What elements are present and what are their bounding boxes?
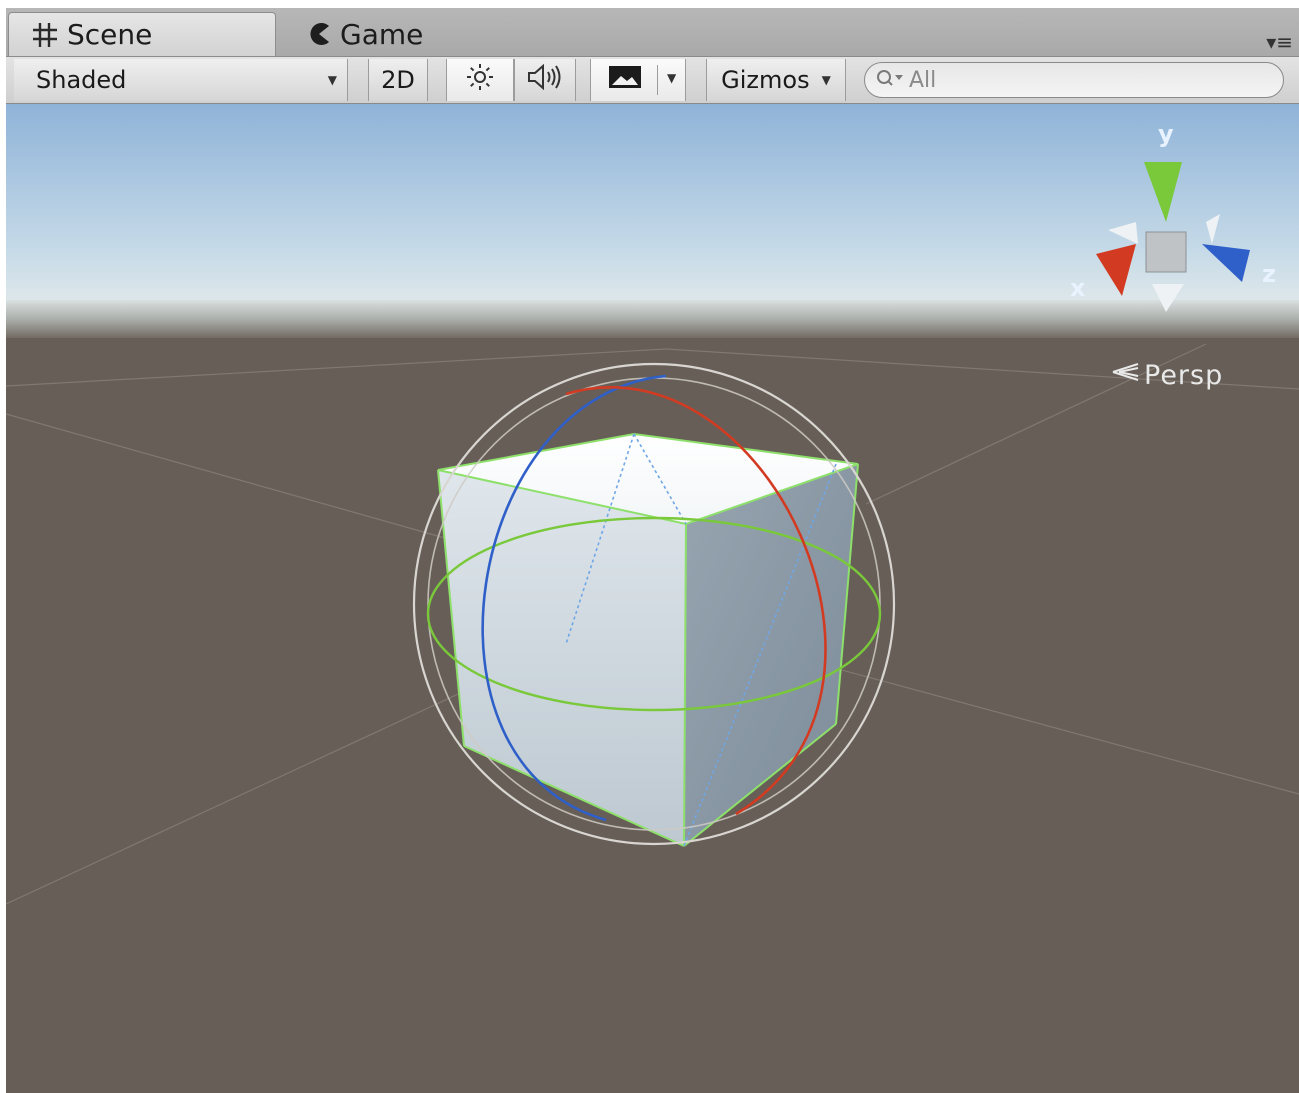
lighting-toggle-button[interactable]	[446, 59, 514, 101]
panel-menu-icon[interactable]: ▾≡	[1266, 30, 1293, 54]
scene-window: Scene Game ▾≡ Shaded ▼ 2D ▼ Gizmos ▼ All…	[6, 8, 1299, 1093]
gizmos-dropdown[interactable]: Gizmos ▼	[706, 59, 846, 101]
chevron-down-icon: ▼	[327, 73, 337, 87]
scene-toolbar: Shaded ▼ 2D ▼ Gizmos ▼ All	[6, 57, 1299, 104]
draw-mode-value: Shaded	[36, 66, 127, 94]
tab-scene[interactable]: Scene	[8, 12, 276, 56]
sun-icon	[465, 62, 495, 98]
grid-icon	[31, 21, 59, 49]
audio-toggle-button[interactable]	[514, 59, 576, 101]
2d-toggle-label: 2D	[381, 66, 415, 94]
tab-scene-label: Scene	[67, 18, 153, 51]
scene-canvas[interactable]	[6, 104, 1299, 1093]
scene-viewport[interactable]: y x z Persp	[6, 104, 1299, 1093]
chevron-down-icon: ▼	[821, 73, 831, 87]
pacman-icon	[306, 21, 332, 47]
axis-y-label[interactable]: y	[1158, 120, 1174, 148]
horizon	[6, 300, 1299, 340]
draw-mode-dropdown[interactable]: Shaded ▼	[14, 59, 348, 101]
hierarchy-search[interactable]	[864, 62, 1284, 98]
tab-game[interactable]: Game	[302, 12, 522, 56]
perspective-icon	[1110, 360, 1140, 391]
2d-toggle-button[interactable]: 2D	[368, 59, 428, 101]
speaker-icon	[526, 62, 564, 98]
gizmos-label: Gizmos	[721, 66, 810, 94]
effects-dropdown-icon[interactable]: ▼	[667, 71, 676, 85]
axis-x-label[interactable]: x	[1070, 274, 1085, 302]
projection-toggle[interactable]: Persp	[1110, 360, 1223, 391]
view-cube	[1145, 231, 1187, 273]
search-icon	[875, 67, 905, 93]
tab-bar: Scene Game ▾≡	[6, 8, 1299, 57]
projection-label: Persp	[1144, 360, 1224, 391]
image-icon	[607, 63, 643, 97]
tab-game-label: Game	[340, 17, 424, 51]
search-input[interactable]	[907, 66, 1271, 94]
axis-z-label[interactable]: z	[1262, 260, 1276, 288]
effects-toggle-button[interactable]: ▼	[590, 59, 686, 101]
sky	[6, 104, 1299, 304]
